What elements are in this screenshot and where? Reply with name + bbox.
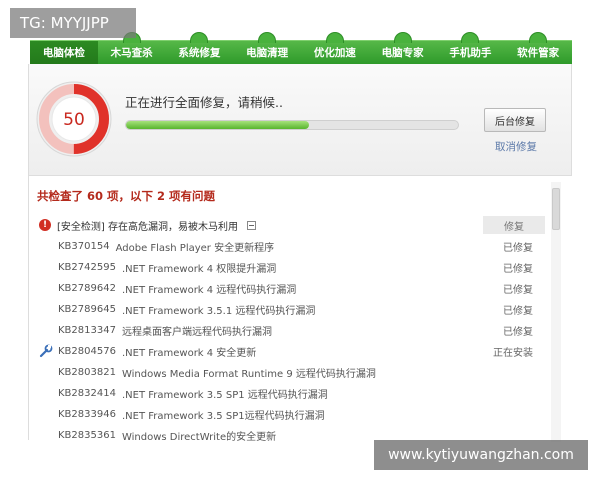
- vulnerability-description: .NET Framework 3.5 SP1 远程代码执行漏洞: [121, 390, 328, 401]
- vulnerability-row[interactable]: KB2789645 .NET Framework 3.5.1 远程代码执行漏洞 已修…: [29, 299, 549, 320]
- vulnerability-description: .NET Framework 4 远程代码执行漏洞: [121, 285, 297, 296]
- repair-state: 已修复: [503, 243, 533, 254]
- nav-tab-5[interactable]: 电脑专家: [369, 32, 437, 64]
- wrench-icon: [39, 344, 53, 358]
- kb-number: KB2835361: [58, 430, 116, 441]
- progress-fill: [126, 121, 309, 129]
- kb-number: KB370154: [58, 241, 110, 252]
- nav-tab-3[interactable]: 电脑清理: [233, 32, 301, 64]
- kb-number: KB2789645: [58, 304, 116, 315]
- watermark-top: TG: MYYJJPP: [10, 8, 136, 38]
- section-label: [安全检测] 存在高危漏洞，易被木马利用: [57, 221, 238, 233]
- nav-tab-icon: [393, 32, 412, 43]
- vulnerability-description: 远程桌面客户端远程代码执行漏洞: [121, 327, 272, 338]
- nav-tab-0[interactable]: 电脑体检: [30, 41, 98, 64]
- repair-state: 已修复: [503, 306, 533, 317]
- vulnerability-row[interactable]: KB2804576 .NET Framework 4 安全更新 正在安装: [29, 341, 549, 362]
- results-summary: 共检查了 60 项，以下 2 项有问题: [37, 189, 216, 203]
- nav-tab-icon: [529, 32, 548, 43]
- vulnerability-row[interactable]: KB2832414 .NET Framework 3.5 SP1 远程代码执行漏洞: [29, 383, 549, 404]
- scroll-thumb[interactable]: [552, 188, 560, 230]
- repair-progress-bar: [125, 120, 459, 130]
- nav-tab-label: 电脑体检: [42, 47, 85, 59]
- repair-gauge: 50: [36, 81, 112, 157]
- vulnerability-row[interactable]: KB370154 Adobe Flash Player 安全更新程序 已修复: [29, 236, 549, 257]
- nav-tab-label: 优化加速: [313, 47, 356, 59]
- vulnerability-row[interactable]: KB2789642 .NET Framework 4 远程代码执行漏洞 已修复: [29, 278, 549, 299]
- vulnerability-description: Windows DirectWrite的安全更新: [121, 432, 277, 443]
- results-list: 共检查了 60 项，以下 2 项有问题 ! [安全检测] 存在高危漏洞，易被木马…: [28, 176, 572, 443]
- vulnerability-row[interactable]: KB2803821 Windows Media Format Runtime 9 …: [29, 362, 549, 383]
- status-title: 正在进行全面修复，请稍候..: [125, 95, 283, 110]
- nav-tab-7[interactable]: 软件管家: [504, 32, 572, 64]
- section-header[interactable]: ! [安全检测] 存在高危漏洞，易被木马利用 修复: [39, 216, 545, 234]
- kb-number: KB2813347: [58, 325, 116, 336]
- nav-tab-icon: [461, 32, 480, 43]
- kb-number: KB2803821: [58, 367, 116, 378]
- vulnerability-row[interactable]: KB2813347 远程桌面客户端远程代码执行漏洞 已修复: [29, 320, 549, 341]
- kb-number: KB2789642: [58, 283, 116, 294]
- vulnerability-description: Windows Media Format Runtime 9 远程代码执行漏洞: [121, 369, 376, 380]
- repair-state: 已修复: [503, 264, 533, 275]
- kb-number: KB2832414: [58, 388, 116, 399]
- collapse-icon[interactable]: [246, 220, 256, 230]
- repair-state: 已修复: [503, 285, 533, 296]
- vulnerability-description: .NET Framework 3.5.1 远程代码执行漏洞: [121, 306, 316, 317]
- nav-tab-icon: [258, 32, 277, 43]
- kb-number: KB2742595: [58, 262, 116, 273]
- scrollbar[interactable]: [551, 182, 561, 442]
- kb-number: KB2804576: [58, 346, 116, 357]
- vulnerability-description: Adobe Flash Player 安全更新程序: [115, 243, 275, 254]
- nav-tab-label: 软件管家: [517, 47, 560, 59]
- vulnerability-description: .NET Framework 3.5 SP1远程代码执行漏洞: [121, 411, 325, 422]
- vulnerability-description: .NET Framework 4 安全更新: [121, 348, 257, 359]
- nav-tab-label: 电脑清理: [246, 47, 289, 59]
- nav-tab-2[interactable]: 系统修复: [166, 32, 234, 64]
- vulnerability-rows: KB370154 Adobe Flash Player 安全更新程序 已修复 KB27…: [29, 236, 549, 446]
- warning-icon: !: [39, 219, 51, 231]
- nav-tab-1[interactable]: 木马查杀: [98, 32, 166, 64]
- main-nav: 电脑体检 木马查杀 系统修复 电脑清理 优化加速 电脑专家 手机助手 软件管家: [30, 32, 572, 64]
- nav-tab-label: 电脑专家: [381, 47, 424, 59]
- cancel-repair-link[interactable]: 取消修复: [495, 139, 537, 154]
- watermark-bottom: www.kytiyuwangzhan.com: [374, 440, 588, 470]
- vulnerability-row[interactable]: KB2742595 .NET Framework 4 权限提升漏洞 已修复: [29, 257, 549, 278]
- repair-state: 已修复: [503, 327, 533, 338]
- vulnerability-row[interactable]: KB2833946 .NET Framework 3.5 SP1远程代码执行漏洞: [29, 404, 549, 425]
- kb-number: KB2833946: [58, 409, 116, 420]
- section-repair-status[interactable]: 修复: [483, 216, 545, 234]
- nav-tab-label: 木马查杀: [110, 47, 153, 59]
- nav-tab-label: 系统修复: [178, 47, 221, 59]
- nav-tab-label: 手机助手: [449, 47, 492, 59]
- nav-tab-icon: [325, 32, 344, 43]
- nav-tab-6[interactable]: 手机助手: [437, 32, 505, 64]
- background-repair-button[interactable]: 后台修复: [484, 108, 546, 132]
- nav-tab-4[interactable]: 优化加速: [301, 32, 369, 64]
- repair-state: 正在安装: [493, 348, 533, 359]
- nav-tab-icon: [190, 32, 209, 43]
- gauge-value: 50: [63, 110, 85, 130]
- vulnerability-description: .NET Framework 4 权限提升漏洞: [121, 264, 277, 275]
- repair-status-panel: 50 正在进行全面修复，请稍候.. 后台修复 取消修复: [28, 64, 572, 176]
